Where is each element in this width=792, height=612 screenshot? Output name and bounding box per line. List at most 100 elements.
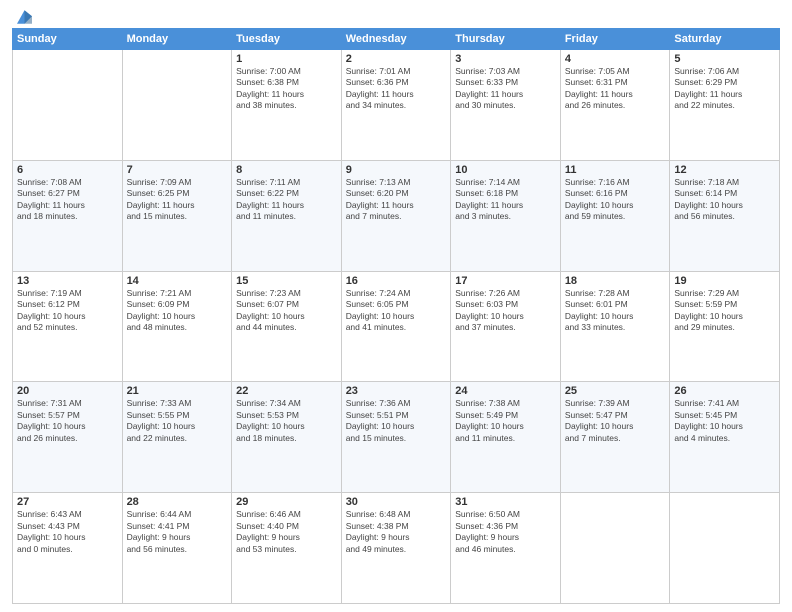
day-info: Sunrise: 7:31 AM Sunset: 5:57 PM Dayligh… [17, 398, 86, 442]
weekday-monday: Monday [122, 29, 232, 50]
calendar-cell [670, 493, 780, 604]
day-number: 28 [127, 496, 228, 508]
day-info: Sunrise: 7:28 AM Sunset: 6:01 PM Dayligh… [565, 288, 634, 332]
day-info: Sunrise: 7:23 AM Sunset: 6:07 PM Dayligh… [236, 288, 305, 332]
day-number: 1 [236, 53, 337, 65]
day-info: Sunrise: 7:00 AM Sunset: 6:38 PM Dayligh… [236, 66, 304, 110]
day-info: Sunrise: 7:16 AM Sunset: 6:16 PM Dayligh… [565, 177, 634, 221]
day-info: Sunrise: 7:38 AM Sunset: 5:49 PM Dayligh… [455, 398, 524, 442]
weekday-sunday: Sunday [13, 29, 123, 50]
day-number: 10 [455, 164, 556, 176]
weekday-thursday: Thursday [451, 29, 561, 50]
page: SundayMondayTuesdayWednesdayThursdayFrid… [0, 0, 792, 612]
day-number: 18 [565, 275, 666, 287]
logo-icon [14, 10, 32, 24]
calendar-cell: 5Sunrise: 7:06 AM Sunset: 6:29 PM Daylig… [670, 50, 780, 161]
day-info: Sunrise: 7:33 AM Sunset: 5:55 PM Dayligh… [127, 398, 196, 442]
logo [12, 10, 32, 24]
calendar-cell [122, 50, 232, 161]
calendar-cell: 28Sunrise: 6:44 AM Sunset: 4:41 PM Dayli… [122, 493, 232, 604]
calendar-cell: 8Sunrise: 7:11 AM Sunset: 6:22 PM Daylig… [232, 160, 342, 271]
day-number: 8 [236, 164, 337, 176]
day-number: 2 [346, 53, 447, 65]
day-number: 7 [127, 164, 228, 176]
day-number: 17 [455, 275, 556, 287]
calendar-cell: 29Sunrise: 6:46 AM Sunset: 4:40 PM Dayli… [232, 493, 342, 604]
day-info: Sunrise: 7:41 AM Sunset: 5:45 PM Dayligh… [674, 398, 743, 442]
day-number: 6 [17, 164, 118, 176]
weekday-wednesday: Wednesday [341, 29, 451, 50]
day-info: Sunrise: 7:11 AM Sunset: 6:22 PM Dayligh… [236, 177, 304, 221]
calendar-cell: 10Sunrise: 7:14 AM Sunset: 6:18 PM Dayli… [451, 160, 561, 271]
day-info: Sunrise: 7:26 AM Sunset: 6:03 PM Dayligh… [455, 288, 524, 332]
calendar-cell: 31Sunrise: 6:50 AM Sunset: 4:36 PM Dayli… [451, 493, 561, 604]
calendar-cell [13, 50, 123, 161]
day-number: 31 [455, 496, 556, 508]
week-row-2: 6Sunrise: 7:08 AM Sunset: 6:27 PM Daylig… [13, 160, 780, 271]
day-info: Sunrise: 7:18 AM Sunset: 6:14 PM Dayligh… [674, 177, 743, 221]
calendar-cell: 3Sunrise: 7:03 AM Sunset: 6:33 PM Daylig… [451, 50, 561, 161]
week-row-4: 20Sunrise: 7:31 AM Sunset: 5:57 PM Dayli… [13, 382, 780, 493]
calendar-cell: 20Sunrise: 7:31 AM Sunset: 5:57 PM Dayli… [13, 382, 123, 493]
calendar-cell: 30Sunrise: 6:48 AM Sunset: 4:38 PM Dayli… [341, 493, 451, 604]
day-info: Sunrise: 7:36 AM Sunset: 5:51 PM Dayligh… [346, 398, 415, 442]
week-row-1: 1Sunrise: 7:00 AM Sunset: 6:38 PM Daylig… [13, 50, 780, 161]
calendar-cell: 13Sunrise: 7:19 AM Sunset: 6:12 PM Dayli… [13, 271, 123, 382]
calendar-cell: 25Sunrise: 7:39 AM Sunset: 5:47 PM Dayli… [560, 382, 670, 493]
day-info: Sunrise: 7:13 AM Sunset: 6:20 PM Dayligh… [346, 177, 414, 221]
day-info: Sunrise: 7:05 AM Sunset: 6:31 PM Dayligh… [565, 66, 633, 110]
day-number: 30 [346, 496, 447, 508]
calendar-cell: 19Sunrise: 7:29 AM Sunset: 5:59 PM Dayli… [670, 271, 780, 382]
calendar-cell: 1Sunrise: 7:00 AM Sunset: 6:38 PM Daylig… [232, 50, 342, 161]
calendar-cell: 6Sunrise: 7:08 AM Sunset: 6:27 PM Daylig… [13, 160, 123, 271]
day-number: 29 [236, 496, 337, 508]
header [12, 10, 780, 24]
calendar-cell: 14Sunrise: 7:21 AM Sunset: 6:09 PM Dayli… [122, 271, 232, 382]
weekday-header-row: SundayMondayTuesdayWednesdayThursdayFrid… [13, 29, 780, 50]
calendar-cell: 21Sunrise: 7:33 AM Sunset: 5:55 PM Dayli… [122, 382, 232, 493]
weekday-friday: Friday [560, 29, 670, 50]
calendar-cell: 17Sunrise: 7:26 AM Sunset: 6:03 PM Dayli… [451, 271, 561, 382]
day-number: 23 [346, 385, 447, 397]
calendar-cell: 22Sunrise: 7:34 AM Sunset: 5:53 PM Dayli… [232, 382, 342, 493]
day-info: Sunrise: 7:01 AM Sunset: 6:36 PM Dayligh… [346, 66, 414, 110]
day-info: Sunrise: 7:21 AM Sunset: 6:09 PM Dayligh… [127, 288, 196, 332]
calendar-cell: 24Sunrise: 7:38 AM Sunset: 5:49 PM Dayli… [451, 382, 561, 493]
calendar: SundayMondayTuesdayWednesdayThursdayFrid… [12, 28, 780, 604]
calendar-cell: 11Sunrise: 7:16 AM Sunset: 6:16 PM Dayli… [560, 160, 670, 271]
day-number: 24 [455, 385, 556, 397]
day-info: Sunrise: 7:03 AM Sunset: 6:33 PM Dayligh… [455, 66, 523, 110]
calendar-cell: 12Sunrise: 7:18 AM Sunset: 6:14 PM Dayli… [670, 160, 780, 271]
day-number: 27 [17, 496, 118, 508]
day-number: 19 [674, 275, 775, 287]
day-number: 11 [565, 164, 666, 176]
day-info: Sunrise: 7:29 AM Sunset: 5:59 PM Dayligh… [674, 288, 743, 332]
day-number: 20 [17, 385, 118, 397]
day-number: 14 [127, 275, 228, 287]
day-number: 26 [674, 385, 775, 397]
day-info: Sunrise: 7:34 AM Sunset: 5:53 PM Dayligh… [236, 398, 305, 442]
calendar-cell: 16Sunrise: 7:24 AM Sunset: 6:05 PM Dayli… [341, 271, 451, 382]
day-info: Sunrise: 7:19 AM Sunset: 6:12 PM Dayligh… [17, 288, 86, 332]
day-number: 21 [127, 385, 228, 397]
weekday-tuesday: Tuesday [232, 29, 342, 50]
day-number: 9 [346, 164, 447, 176]
calendar-cell [560, 493, 670, 604]
day-info: Sunrise: 6:46 AM Sunset: 4:40 PM Dayligh… [236, 509, 301, 553]
day-number: 13 [17, 275, 118, 287]
day-number: 5 [674, 53, 775, 65]
calendar-cell: 9Sunrise: 7:13 AM Sunset: 6:20 PM Daylig… [341, 160, 451, 271]
calendar-cell: 15Sunrise: 7:23 AM Sunset: 6:07 PM Dayli… [232, 271, 342, 382]
calendar-cell: 27Sunrise: 6:43 AM Sunset: 4:43 PM Dayli… [13, 493, 123, 604]
calendar-cell: 26Sunrise: 7:41 AM Sunset: 5:45 PM Dayli… [670, 382, 780, 493]
day-info: Sunrise: 7:08 AM Sunset: 6:27 PM Dayligh… [17, 177, 85, 221]
day-number: 3 [455, 53, 556, 65]
day-info: Sunrise: 6:43 AM Sunset: 4:43 PM Dayligh… [17, 509, 86, 553]
weekday-saturday: Saturday [670, 29, 780, 50]
day-number: 22 [236, 385, 337, 397]
day-info: Sunrise: 7:24 AM Sunset: 6:05 PM Dayligh… [346, 288, 415, 332]
day-number: 25 [565, 385, 666, 397]
day-info: Sunrise: 7:09 AM Sunset: 6:25 PM Dayligh… [127, 177, 195, 221]
day-number: 15 [236, 275, 337, 287]
day-info: Sunrise: 7:06 AM Sunset: 6:29 PM Dayligh… [674, 66, 742, 110]
